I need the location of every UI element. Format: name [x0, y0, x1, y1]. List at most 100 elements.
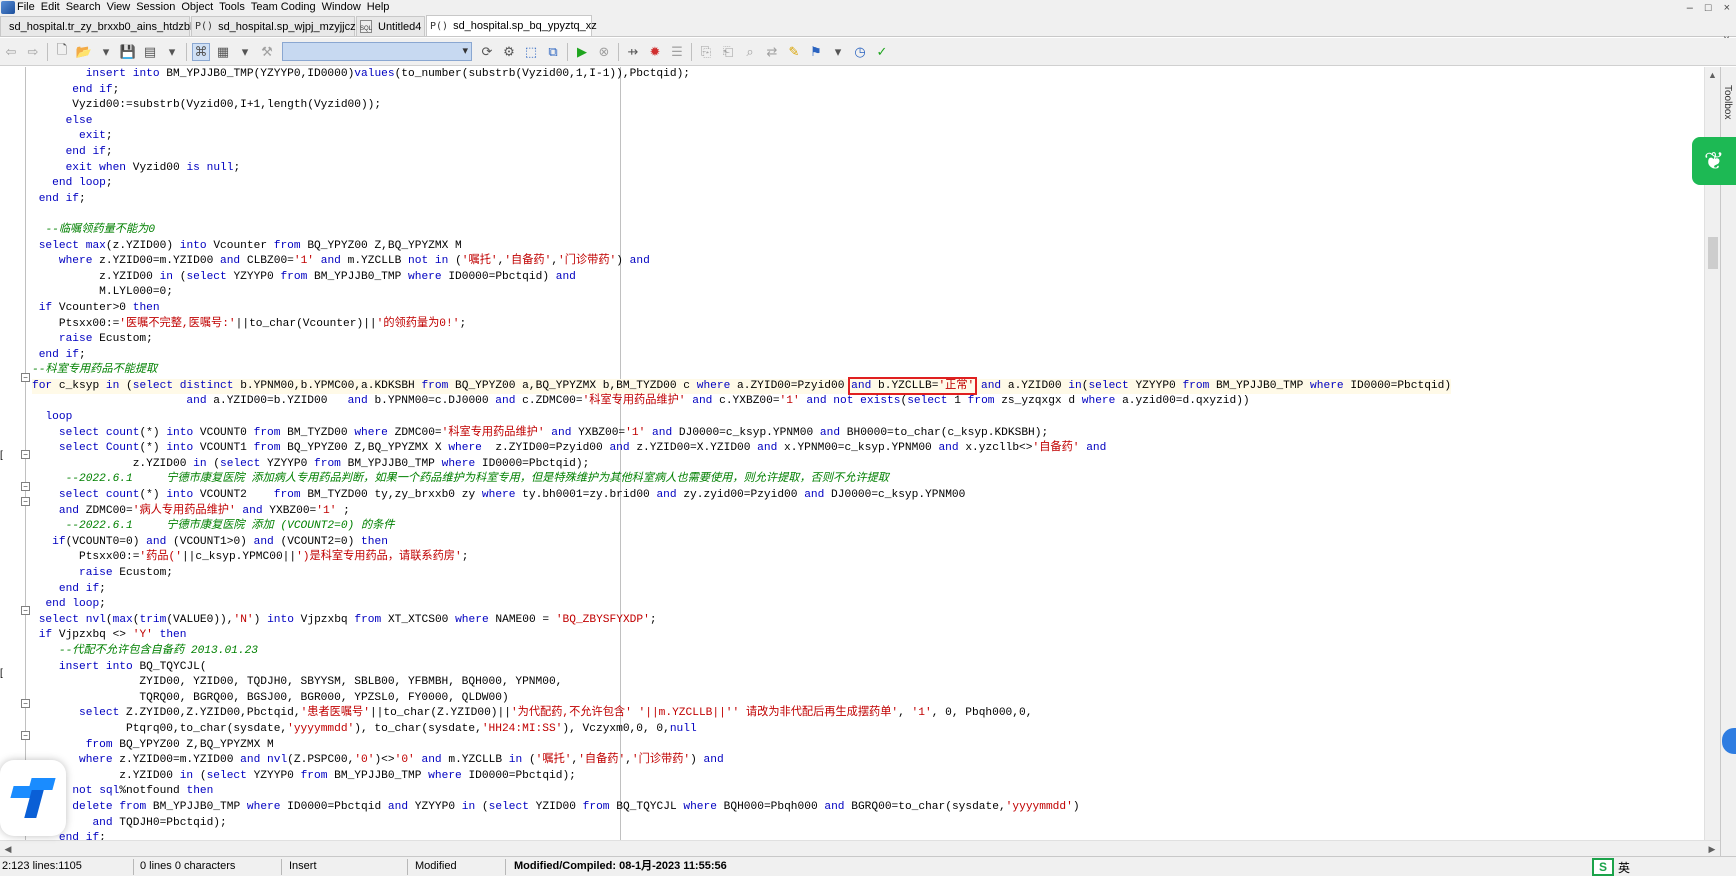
code-line[interactable]: Ptsxx00:='药品('||c_ksyp.YPMC00||')是科室专用药品…	[32, 550, 1451, 566]
code-line[interactable]: raise Ecustom;	[32, 332, 1451, 348]
code-line[interactable]: end if;	[32, 192, 1451, 208]
code-line[interactable]: and TQDJH0=Pbctqid);	[32, 816, 1451, 832]
code-line[interactable]: Ptqrq00,to_char(sysdate,'yyyymmdd'), to_…	[32, 722, 1451, 738]
code-line[interactable]: if Vjpzxbq <> 'Y' then	[32, 628, 1451, 644]
find-icon[interactable]: ⌕	[741, 43, 759, 61]
fold-toggle-icon[interactable]: −	[21, 606, 30, 615]
menu-team-coding[interactable]: Team Coding	[251, 0, 322, 15]
code-line[interactable]: select Z.ZYID00,Z.YZID00,Pbctqid,'患者医嘱号'…	[32, 706, 1451, 722]
fold-toggle-icon[interactable]: −	[21, 699, 30, 708]
menu-window[interactable]: Window	[322, 0, 367, 15]
restore-icon[interactable]: □	[1705, 2, 1712, 14]
code-line[interactable]: Ptsxx00:='医嘱不完整,医嘱号:'||to_char(Vcounter)…	[32, 317, 1451, 333]
refresh-icon[interactable]: ⟳	[478, 43, 496, 61]
layout-dropdown-icon[interactable]: ▾	[236, 43, 254, 61]
code-line[interactable]: if(VCOUNT0=0) and (VCOUNT1>0) and (VCOUN…	[32, 535, 1451, 551]
code-line[interactable]: end if;	[32, 348, 1451, 364]
clock-icon[interactable]: ◷	[851, 43, 869, 61]
menu-edit[interactable]: Edit	[41, 0, 66, 15]
save-all-icon[interactable]: ▤	[141, 43, 159, 61]
fold-toggle-icon[interactable]: −	[21, 731, 30, 740]
menu-view[interactable]: View	[107, 0, 137, 15]
menu-session[interactable]: Session	[136, 0, 181, 15]
code-line[interactable]	[32, 207, 1451, 223]
sql-mode-icon[interactable]: ⌘	[192, 42, 210, 61]
code-line[interactable]: for c_ksyp in (select distinct b.YPNM00,…	[32, 376, 1452, 395]
format-icon[interactable]: ⧉	[544, 43, 562, 61]
code-line[interactable]: --2022.6.1 宁德市康复医院 添加病人专用药品判断，如果一个药品维护为科…	[32, 472, 1451, 488]
code-line[interactable]: if Vcounter>0 then	[32, 301, 1451, 317]
save-dropdown-icon[interactable]: ▾	[163, 43, 181, 61]
bookmark-dropdown-icon[interactable]: ▾	[829, 43, 847, 61]
code-line[interactable]: z.YZID00 in (select YZYYP0 from BM_YPJJB…	[32, 769, 1451, 785]
scroll-thumb[interactable]	[1708, 237, 1718, 269]
menu-search[interactable]: Search	[66, 0, 107, 15]
code-line[interactable]: select max(z.YZID00) into Vcounter from …	[32, 239, 1451, 255]
close-icon[interactable]: ×	[1724, 2, 1730, 14]
code-editor[interactable]: − − − − − − − − [ [ insert into BM_YPJJB…	[0, 67, 1720, 840]
floating-app-icon[interactable]: ❦	[1692, 137, 1736, 185]
fold-toggle-icon[interactable]: −	[21, 373, 30, 382]
code-line[interactable]: where z.YZID00=m.YZID00 and CLBZ00='1' a…	[32, 254, 1451, 270]
tab-procedure-ypyztq[interactable]: P() sd_hospital.sp_bq_ypyztq_xz	[426, 15, 597, 36]
code-line[interactable]: end if;	[32, 831, 1451, 840]
code-line[interactable]: M.LYL000=0;	[32, 285, 1451, 301]
code-line[interactable]: --临嘱领药量不能为0	[32, 223, 1451, 239]
code-line[interactable]: where z.YZID00=m.YZID00 and nvl(Z.PSPC00…	[32, 753, 1451, 769]
code-line[interactable]: ZYID00, YZID00, TQDJH0, SBYYSM, SBLB00, …	[32, 675, 1451, 691]
input-method-icon[interactable]: S	[1592, 858, 1614, 876]
code-line[interactable]: --代配不允许包含自备药 2013.01.23	[32, 644, 1451, 660]
connection-combo[interactable]	[282, 42, 472, 61]
code-line[interactable]: insert into BM_YPJJB0_TMP(YZYYP0,ID0000)…	[32, 67, 1451, 83]
open-dropdown-icon[interactable]: ▾	[97, 43, 115, 61]
code-line[interactable]: end if;	[32, 145, 1451, 161]
copy-icon[interactable]: ⎘	[697, 43, 715, 61]
code-line[interactable]: --2022.6.1 宁德市康复医院 添加 (VCOUNT2=0) 的条件	[32, 519, 1451, 535]
code-line[interactable]: select Count(*) into VCOUNT1 from BQ_YPY…	[32, 441, 1451, 457]
code-line[interactable]: select count(*) into VCOUNT2 from BM_TYZ…	[32, 488, 1451, 504]
code-line[interactable]: and a.YZID00=b.YZID00 and b.YPNM00=c.DJ0…	[32, 394, 1451, 410]
code-line[interactable]: loop	[32, 410, 1451, 426]
code-line[interactable]: --科室专用药品不能提取	[32, 363, 1451, 379]
new-file-icon[interactable]: 🗋	[53, 42, 71, 61]
code-line[interactable]: raise Ecustom;	[32, 566, 1451, 582]
bookmark-icon[interactable]: ⚑	[807, 43, 825, 61]
code-line[interactable]: Vyzid00:=substrb(Vyzid00,I+1,length(Vyzi…	[32, 98, 1451, 114]
forward-arrow-icon[interactable]: ⇨	[24, 43, 42, 61]
save-icon[interactable]: 💾	[119, 43, 137, 61]
code-line[interactable]: TQRQ00, BGRQ00, BGSJ00, BGR000, YPZSL0, …	[32, 691, 1451, 707]
code-line[interactable]: z.YZID00 in (select YZYYP0 from BM_YPJJB…	[32, 457, 1451, 473]
code-line[interactable]: delete from BM_YPJJB0_TMP where ID0000=P…	[32, 800, 1451, 816]
tab-procedure-wjpj[interactable]: P() sd_hospital.sp_wjpj_mzyjjcz	[191, 16, 356, 36]
tab-untitled4[interactable]: SQL Untitled4	[356, 16, 425, 36]
code-line[interactable]: select count(*) into VCOUNT0 from BM_TYZ…	[32, 426, 1451, 442]
code-line[interactable]: from BQ_YPYZ00 Z,BQ_YPYZMX M	[32, 738, 1451, 754]
tools-icon[interactable]: ⚒	[258, 43, 276, 61]
menu-file[interactable]: File	[17, 0, 41, 15]
code-line[interactable]: else	[32, 114, 1451, 130]
compile-icon[interactable]: ⚙	[500, 43, 518, 61]
step-icon[interactable]: ⇸	[624, 43, 642, 61]
scroll-left-icon[interactable]: ◀	[0, 841, 16, 857]
toolbox-label[interactable]: Toolbox	[1722, 85, 1733, 119]
menu-tools[interactable]: Tools	[219, 0, 251, 15]
open-folder-icon[interactable]: 📂	[75, 43, 93, 61]
code-line[interactable]: exit when Vyzid00 is null;	[32, 161, 1451, 177]
code-line[interactable]: z.YZID00 in (select YZYYP0 from BM_YPJJB…	[32, 270, 1451, 286]
code-line[interactable]: insert into BQ_TQYCJL(	[32, 660, 1451, 676]
code-line[interactable]: and ZDMC00='病人专用药品维护' and YXBZ00='1' ;	[32, 504, 1451, 520]
minimize-icon[interactable]: –	[1687, 2, 1693, 14]
describe-icon[interactable]: ⬚	[522, 43, 540, 61]
layout-icon[interactable]: ▦	[214, 43, 232, 61]
code-line[interactable]: end if;	[32, 582, 1451, 598]
scroll-right-icon[interactable]: ▶	[1704, 841, 1720, 857]
input-language[interactable]: 英	[1618, 859, 1630, 876]
fold-toggle-icon[interactable]: −	[21, 497, 30, 506]
debug-icon[interactable]: ✹	[646, 43, 664, 61]
scroll-up-icon[interactable]: ▲	[1705, 67, 1720, 83]
code-line[interactable]: end loop;	[32, 176, 1451, 192]
tab-trigger[interactable]: sd_hospital.tr_zy_brxxb0_ains_htdzbl	[0, 16, 192, 36]
horizontal-scrollbar[interactable]: ◀ ▶	[0, 840, 1720, 856]
paste-icon[interactable]: ⎗	[719, 43, 737, 61]
check-icon[interactable]: ✓	[873, 43, 891, 61]
